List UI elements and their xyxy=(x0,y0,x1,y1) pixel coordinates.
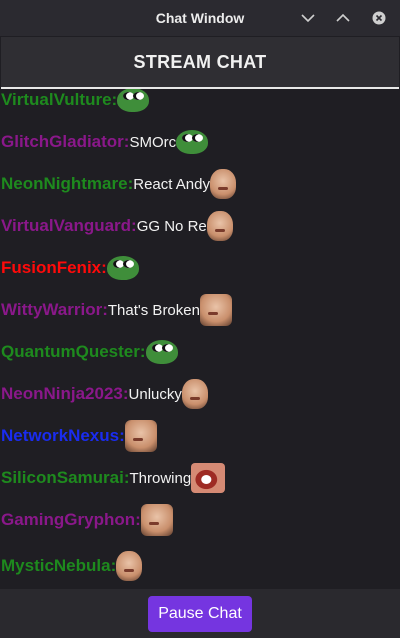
chat-text: Unlucky xyxy=(128,385,182,403)
chat-username[interactable]: SiliconSamurai: xyxy=(1,468,129,488)
chat-message: MysticNebula: xyxy=(1,550,143,582)
chat-message: WittyWarrior: That's Broken xyxy=(1,294,232,326)
face-emote xyxy=(181,379,208,409)
chat-username[interactable]: FusionFenix: xyxy=(1,258,107,278)
face-emote xyxy=(140,504,173,536)
chat-username[interactable]: NeonNightmare: xyxy=(1,174,133,194)
face-emote xyxy=(116,551,143,581)
pepe-emote xyxy=(176,130,209,154)
chat-message: FusionFenix: xyxy=(1,252,139,284)
chat-message: NetworkNexus: xyxy=(1,420,157,452)
chat-text: GG No Re xyxy=(136,217,207,235)
chat-message: NeonNightmare: React Andy xyxy=(1,168,236,200)
face-emote xyxy=(209,169,236,199)
chat-username[interactable]: WittyWarrior: xyxy=(1,300,108,320)
pause-chat-button[interactable]: Pause Chat xyxy=(148,595,252,632)
chat-username[interactable]: VirtualVulture: xyxy=(1,90,117,110)
chat-text: SMOrc xyxy=(129,133,177,151)
mouth-emote xyxy=(191,463,226,493)
chat-username[interactable]: MysticNebula: xyxy=(1,556,116,576)
chat-header: STREAM CHAT xyxy=(1,37,399,89)
minimize-icon[interactable] xyxy=(294,0,322,36)
chat-text: That's Broken xyxy=(107,301,200,319)
pepe-emote xyxy=(117,89,150,112)
chat-text: Throwing xyxy=(129,469,192,487)
chat-username[interactable]: NeonNinja2023: xyxy=(1,384,129,404)
pepe-emote xyxy=(145,340,178,364)
chat-message: SiliconSamurai: Throwing xyxy=(1,462,226,494)
chat-footer: Pause Chat xyxy=(0,589,400,638)
maximize-icon[interactable] xyxy=(329,0,357,36)
chat-message: GlitchGladiator: SMOrc xyxy=(1,126,209,158)
chat-username[interactable]: GamingGryphon: xyxy=(1,510,141,530)
chat-message: QuantumQuester: xyxy=(1,336,178,368)
chat-messages[interactable]: VirtualVulture: GlitchGladiator: SMOrc Neon… xyxy=(1,89,399,589)
face-emote xyxy=(206,211,233,241)
pepe-emote xyxy=(106,256,139,280)
title-bar: Chat Window xyxy=(0,0,400,36)
chat-message: GamingGryphon: xyxy=(1,504,173,536)
chat-username[interactable]: QuantumQuester: xyxy=(1,342,146,362)
face-emote xyxy=(124,420,157,452)
chat-message: NeonNinja2023: Unlucky xyxy=(1,378,208,410)
chat-message: VirtualVulture: xyxy=(1,89,150,116)
chat-username[interactable]: GlitchGladiator: xyxy=(1,132,129,152)
chat-title: STREAM CHAT xyxy=(133,51,267,72)
chat-username[interactable]: NetworkNexus: xyxy=(1,426,125,446)
chat-message: VirtualVanguard: GG No Re xyxy=(1,210,233,242)
chat-text: React Andy xyxy=(133,175,210,193)
chat-username[interactable]: VirtualVanguard: xyxy=(1,216,137,236)
face-emote xyxy=(199,294,232,326)
close-icon[interactable] xyxy=(365,0,393,36)
